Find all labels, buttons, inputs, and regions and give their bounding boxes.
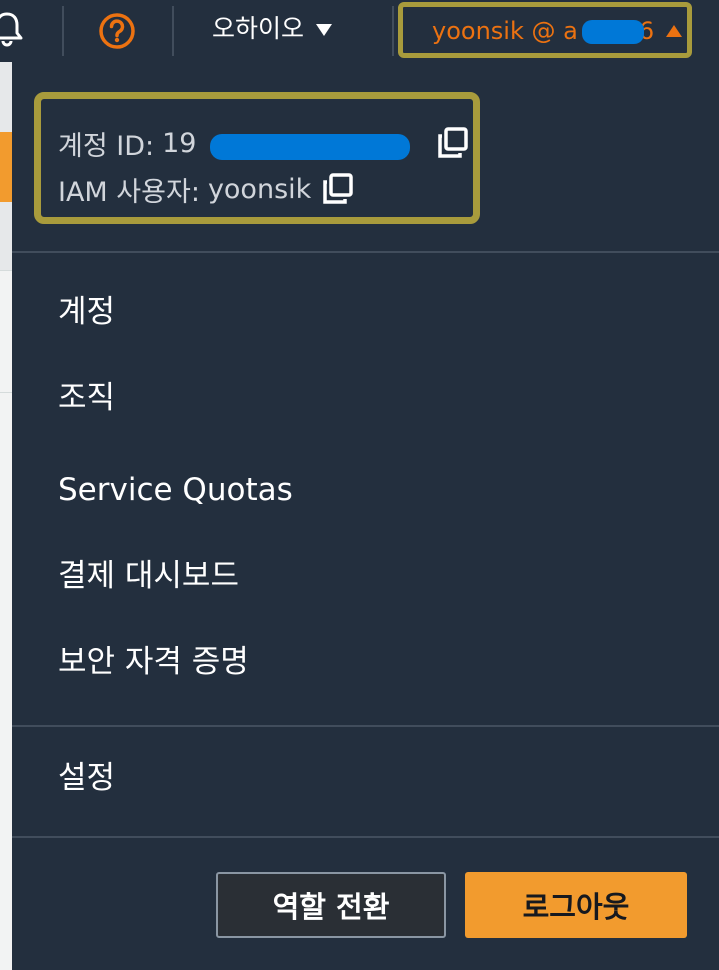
account-id-text: 19 bbox=[162, 127, 197, 159]
page-edge-divider bbox=[0, 270, 12, 271]
region-selector[interactable]: 오하이오 bbox=[212, 10, 333, 48]
account-dropdown: 계정 ID: 19 IAM 사용자: yoonsik 계정 조직 Service… bbox=[12, 62, 719, 970]
iam-user-value: yoonsik bbox=[207, 173, 312, 205]
caret-up-icon bbox=[666, 25, 683, 37]
account-info: 계정 ID: 19 IAM 사용자: yoonsik bbox=[58, 120, 470, 212]
account-id-row: 계정 ID: 19 bbox=[58, 120, 470, 166]
caret-down-icon bbox=[316, 24, 333, 36]
background-page-edge bbox=[0, 62, 12, 970]
copy-icon[interactable] bbox=[436, 126, 470, 160]
menu-item-service-quotas[interactable]: Service Quotas bbox=[58, 468, 293, 512]
page-edge-divider bbox=[0, 392, 12, 393]
redaction-mark bbox=[582, 20, 644, 44]
sign-out-button[interactable]: 로그아웃 bbox=[465, 872, 687, 938]
menu-divider bbox=[12, 251, 719, 253]
menu-divider bbox=[12, 725, 719, 727]
account-id-label: 계정 ID: bbox=[58, 130, 155, 162]
help-icon[interactable] bbox=[98, 12, 136, 50]
copy-icon[interactable] bbox=[321, 172, 355, 206]
page-edge-button bbox=[0, 132, 12, 202]
menu-item-account[interactable]: 계정 bbox=[58, 290, 115, 334]
menu-item-organization[interactable]: 조직 bbox=[58, 376, 115, 420]
menu-item-settings[interactable]: 설정 bbox=[58, 756, 115, 800]
region-label: 오하이오 bbox=[212, 14, 305, 43]
menu-item-billing-dashboard[interactable]: 결제 대시보드 bbox=[58, 554, 239, 598]
switch-role-button[interactable]: 역할 전환 bbox=[216, 872, 446, 938]
iam-user-row: IAM 사용자: yoonsik bbox=[58, 166, 470, 212]
menu-divider bbox=[12, 836, 719, 838]
redaction-mark bbox=[210, 133, 411, 160]
account-id-value: 19 bbox=[162, 127, 426, 160]
aws-console-account-menu: 오하이오 yoonsik @ a 6 계정 ID: 19 IAM 사용자: yo… bbox=[0, 0, 719, 970]
menu-item-security-credentials[interactable]: 보안 자격 증명 bbox=[58, 640, 249, 684]
nav-separator bbox=[172, 6, 174, 56]
account-menu-toggle[interactable]: yoonsik @ a 6 bbox=[432, 12, 683, 50]
iam-user-label: IAM 사용자: bbox=[58, 176, 200, 208]
nav-separator bbox=[392, 6, 394, 56]
top-nav-bar: 오하이오 yoonsik @ a 6 bbox=[0, 0, 719, 62]
nav-separator bbox=[62, 6, 64, 56]
bell-icon[interactable] bbox=[0, 10, 26, 48]
